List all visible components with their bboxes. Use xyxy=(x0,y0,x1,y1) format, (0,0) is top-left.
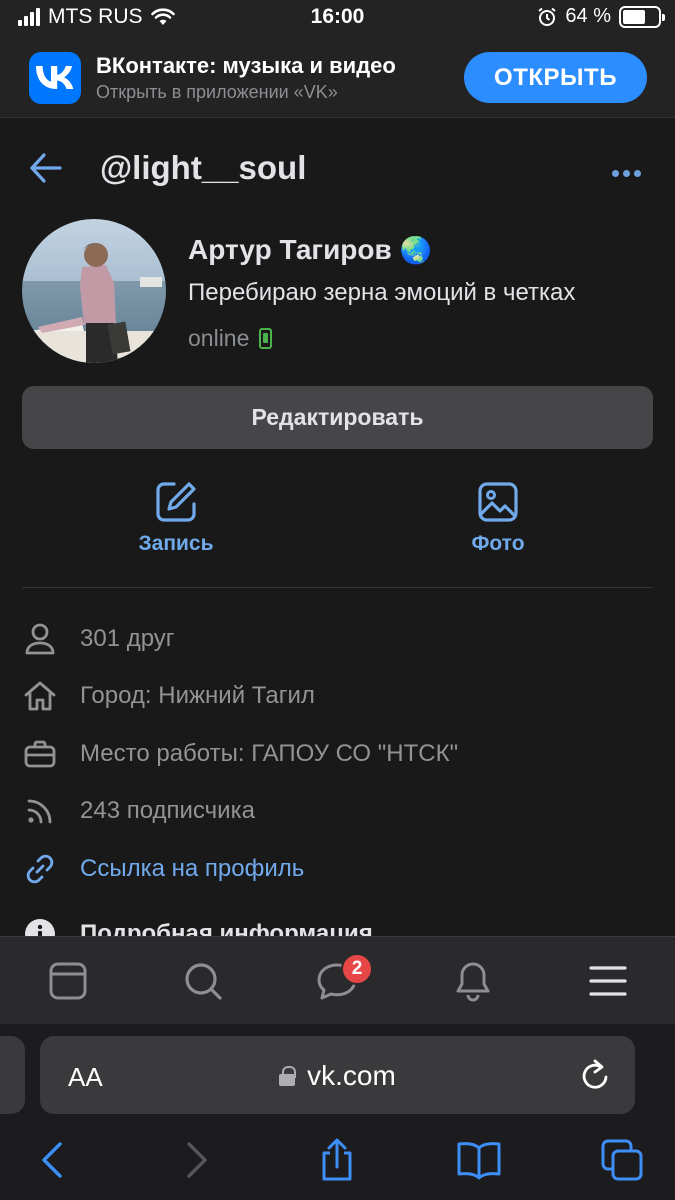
edit-icon xyxy=(156,482,196,522)
home-icon[interactable] xyxy=(44,957,92,1005)
messages-icon[interactable]: 2 xyxy=(313,953,373,1005)
profile-status: Перебираю зерна эмоций в четках xyxy=(188,279,576,306)
bookmarks-icon[interactable] xyxy=(455,1136,503,1184)
page-title: @light__soul xyxy=(100,149,307,186)
avatar[interactable] xyxy=(22,219,166,363)
user-icon xyxy=(22,621,58,657)
app-banner: ВКонтакте: музыка и видео Открыть в прил… xyxy=(0,38,675,118)
bell-icon[interactable] xyxy=(449,957,497,1005)
home-icon xyxy=(22,678,58,714)
upload-photo-label: Фото xyxy=(471,532,525,555)
profile-link: Ссылка на профиль xyxy=(80,855,305,882)
address-bar[interactable]: AA vk.com xyxy=(40,1036,635,1114)
info-work: Место работы: ГАПОУ СО "НТСК" xyxy=(22,734,458,774)
new-post-button[interactable]: Запись xyxy=(96,480,256,556)
online-indicator: online xyxy=(188,325,273,352)
city: Город: Нижний Тагил xyxy=(80,682,315,709)
info-city: Город: Нижний Тагил xyxy=(22,676,315,716)
info-friends[interactable]: 301 друг xyxy=(22,619,175,659)
workplace: Место работы: ГАПОУ СО "НТСК" xyxy=(80,740,459,767)
vk-tab-bar: 2 xyxy=(0,936,675,1024)
rss-icon xyxy=(22,793,58,829)
browser-forward-icon[interactable] xyxy=(173,1136,221,1184)
info-profile-link[interactable]: Ссылка на профиль xyxy=(22,849,304,889)
browser-back-icon[interactable] xyxy=(28,1136,76,1184)
vk-mobile-profile-page: MTS RUS 16:00 64 % ВКонтакте: музыка и в… xyxy=(0,0,675,1200)
banner-subtitle: Открыть в приложении «VK» xyxy=(96,82,338,102)
friends-count: 301 друг xyxy=(80,625,175,652)
url-text: vk.com xyxy=(307,1060,396,1091)
tabs-icon[interactable] xyxy=(598,1136,646,1184)
banner-title: ВКонтакте: музыка и видео xyxy=(96,53,396,78)
image-icon xyxy=(478,482,518,522)
vk-logo-icon[interactable] xyxy=(29,52,81,104)
upload-photo-button[interactable]: Фото xyxy=(418,480,578,556)
status-bar: MTS RUS 16:00 64 % xyxy=(0,0,675,38)
globe-emoji: 🌏 xyxy=(399,234,433,265)
battery-icon xyxy=(619,5,665,28)
briefcase-icon xyxy=(22,736,58,772)
previous-tab[interactable] xyxy=(0,1036,25,1114)
more-icon[interactable] xyxy=(612,170,641,177)
search-icon[interactable] xyxy=(179,957,227,1005)
info-followers[interactable]: 243 подписчика xyxy=(22,791,255,831)
open-app-button[interactable]: ОТКРЫТЬ xyxy=(464,52,647,103)
browser-toolbar: AA vk.com xyxy=(0,1024,675,1200)
battery-percent: 64 % xyxy=(565,5,611,27)
profile-name: Артур Тагиров 🌏 xyxy=(188,234,433,265)
link-icon xyxy=(22,851,58,887)
divider xyxy=(22,587,653,588)
share-icon[interactable] xyxy=(313,1136,361,1184)
messages-badge: 2 xyxy=(341,953,373,985)
battery-level xyxy=(623,9,645,24)
alarm-icon xyxy=(538,7,557,26)
followers-count: 243 подписчика xyxy=(80,797,255,824)
lock-icon xyxy=(279,1066,297,1086)
reload-icon[interactable] xyxy=(579,1058,611,1092)
back-arrow-icon[interactable] xyxy=(28,150,64,186)
new-post-label: Запись xyxy=(138,532,214,555)
mobile-phone-icon xyxy=(259,328,273,349)
edit-profile-button[interactable]: Редактировать xyxy=(22,386,653,449)
menu-icon[interactable] xyxy=(584,957,632,1005)
